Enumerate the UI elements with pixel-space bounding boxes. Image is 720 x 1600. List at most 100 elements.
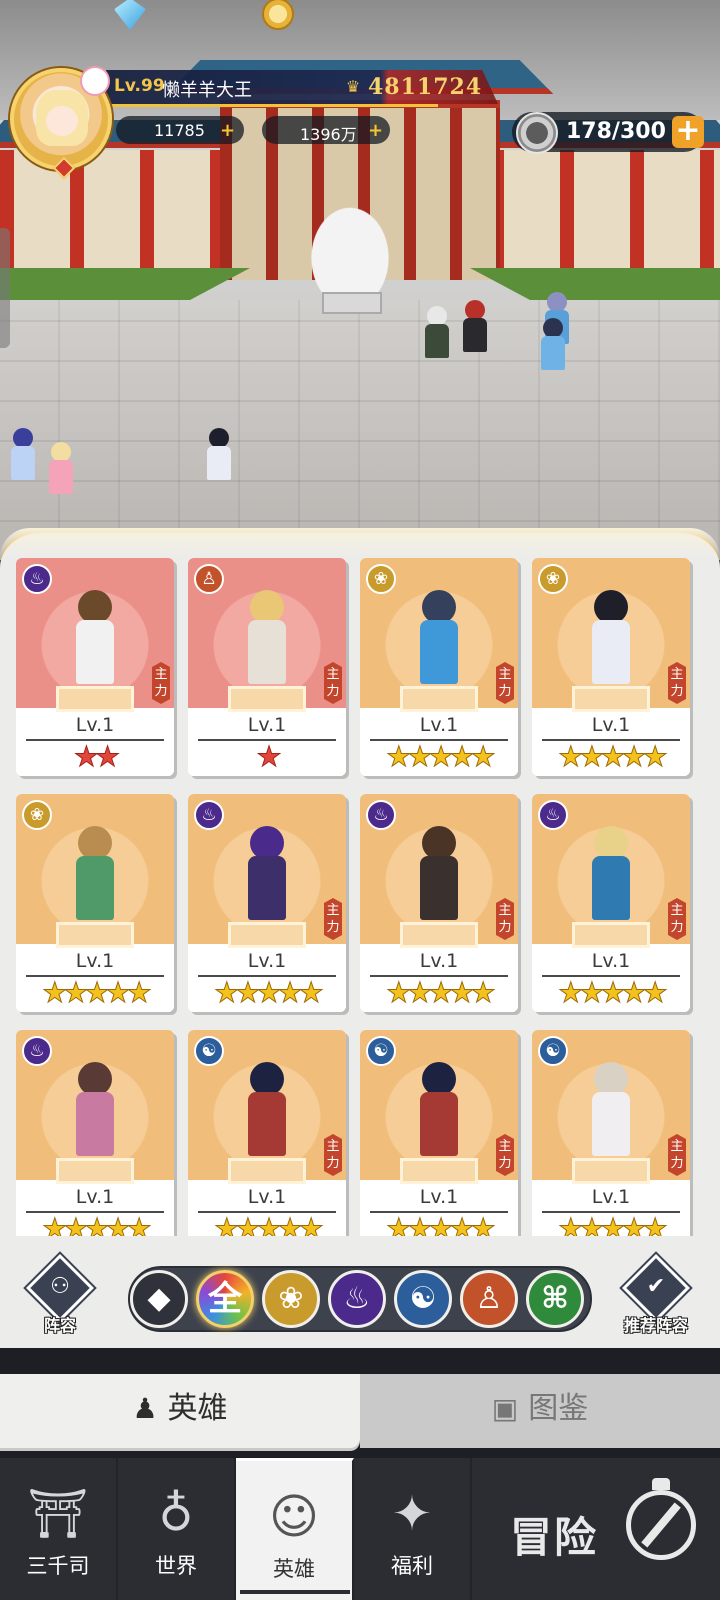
star-rating: ★: [256, 740, 282, 773]
hero-sprite: [414, 826, 464, 926]
hero-level: Lv.1: [591, 1186, 631, 1208]
main-force-tag: 主力: [152, 662, 170, 704]
nav-item-heroes[interactable]: ☺ 英雄: [236, 1458, 354, 1600]
gift-box-icon: ✦: [391, 1486, 433, 1542]
hero-sprite: [586, 1062, 636, 1162]
recommend-label: 推荐阵容: [623, 1316, 688, 1335]
faction-fire-icon: ♨: [538, 800, 568, 830]
main-force-tag: 主力: [496, 662, 514, 704]
scene-hero-sprite[interactable]: [202, 428, 236, 488]
formation-label: 阵容: [43, 1316, 76, 1335]
scene-hero-sprite[interactable]: [536, 318, 570, 378]
formation-button[interactable]: ⚇ 阵容: [22, 1254, 98, 1335]
hero-card[interactable]: ♨ 主力 Lv.1 ★★★★★: [188, 794, 346, 1012]
star-rating: ★★★★★: [386, 976, 497, 1009]
hero-card[interactable]: ♙ 主力 Lv.1 ★: [188, 558, 346, 776]
temple-icon: ⛩: [27, 1486, 89, 1542]
add-gems-button[interactable]: +: [220, 122, 235, 140]
compass-icon: [626, 1490, 696, 1560]
compass-knob: [652, 1478, 670, 1490]
main-force-tag: 主力: [324, 898, 342, 940]
tab-codex-label: 图鉴: [528, 1391, 589, 1426]
star-rating: ★★★★★: [214, 976, 325, 1009]
hero-level: Lv.1: [247, 950, 287, 972]
codex-book-icon: ▣: [491, 1392, 519, 1425]
faction-fire-icon: ♨: [22, 1036, 52, 1066]
main-force-tag: 主力: [324, 662, 342, 704]
nav-label: 世界: [155, 1554, 197, 1578]
gold-amount: 1396万: [300, 125, 357, 144]
player-level: Lv.99: [114, 76, 165, 96]
scene-hero-sprite[interactable]: [6, 428, 40, 488]
hero-card[interactable]: ☯ 主力 Lv.1 ★★★★★: [532, 1030, 690, 1248]
thumbs-up-icon: ✔: [646, 1274, 666, 1299]
combat-power-icon: ♛: [345, 77, 361, 96]
recommend-formation-button[interactable]: ✔ 推荐阵容: [618, 1254, 694, 1335]
hero-sprite: [414, 1062, 464, 1162]
scene-hero-sprite[interactable]: [458, 300, 492, 360]
tab-codex[interactable]: ▣ 图鉴: [360, 1374, 720, 1448]
faction-fire-icon: ♨: [194, 800, 224, 830]
hero-level: Lv.1: [419, 950, 459, 972]
filter-fire-icon[interactable]: ♨: [328, 1270, 386, 1328]
filter-formation-icon[interactable]: ◆: [130, 1270, 188, 1328]
hero-head-icon: ☺: [268, 1489, 320, 1545]
statue-pedestal: [322, 292, 382, 314]
main-force-tag: 主力: [496, 1134, 514, 1176]
filter-dna-icon[interactable]: ⌘: [526, 1270, 584, 1328]
faction-wind-icon: ☯: [366, 1036, 396, 1066]
hero-card[interactable]: ♨ 主力 Lv.1 ★★: [16, 558, 174, 776]
filter-wind-icon[interactable]: ☯: [394, 1270, 452, 1328]
stone-plaza: [0, 300, 720, 560]
faction-monk-icon: ♙: [194, 564, 224, 594]
hero-sprite: [242, 826, 292, 926]
hero-card[interactable]: ❀ Lv.1 ★★★★★: [16, 794, 174, 1012]
adventure-label: 冒险: [510, 1513, 599, 1562]
hero-card[interactable]: ❀ 主力 Lv.1 ★★★★★: [360, 558, 518, 776]
hero-level: Lv.1: [591, 950, 631, 972]
star-rating: ★★★★★: [386, 740, 497, 773]
avatar-face: [46, 106, 78, 136]
scene-hero-sprite[interactable]: [44, 442, 78, 502]
filter-all-button[interactable]: 全: [196, 1270, 254, 1328]
nav-item-welfare[interactable]: ✦ 福利: [354, 1458, 472, 1600]
filter-monk-icon[interactable]: ♙: [460, 1270, 518, 1328]
hero-sprite: [70, 1062, 120, 1162]
hero-level: Lv.1: [247, 1186, 287, 1208]
main-force-tag: 主力: [668, 1134, 686, 1176]
main-force-tag: 主力: [668, 898, 686, 940]
hero-card[interactable]: ☯ 主力 Lv.1 ★★★★★: [360, 1030, 518, 1248]
add-stamina-button[interactable]: +: [672, 116, 704, 148]
player-avatar[interactable]: [10, 66, 112, 180]
nav-label: 福利: [391, 1554, 433, 1578]
side-drawer-handle[interactable]: [0, 228, 10, 348]
hero-level: Lv.1: [75, 1186, 115, 1208]
game-screen: Lv.99 懒羊羊大王 ♛ 4811724 11785 + 1396万 + 17…: [0, 0, 720, 1600]
scene-hero-sprite[interactable]: [420, 306, 454, 366]
hero-level: Lv.1: [247, 714, 287, 736]
hero-level: Lv.1: [75, 714, 115, 736]
faction-lotus-icon: ❀: [366, 564, 396, 594]
nav-item-world[interactable]: ♁ 世界: [118, 1458, 236, 1600]
filter-lotus-icon[interactable]: ❀: [262, 1270, 320, 1328]
exp-bar: [108, 104, 438, 107]
main-force-tag: 主力: [324, 1134, 342, 1176]
hero-card[interactable]: ❀ 主力 Lv.1 ★★★★★: [532, 558, 690, 776]
faction-lotus-icon: ❀: [538, 564, 568, 594]
main-force-tag: 主力: [496, 898, 514, 940]
faction-wind-icon: ☯: [538, 1036, 568, 1066]
add-gold-button[interactable]: +: [368, 122, 383, 140]
star-rating: ★★★★★: [558, 740, 669, 773]
hero-sprite: [414, 590, 464, 690]
hero-silhouette-icon: ♟: [132, 1392, 158, 1425]
tab-heroes[interactable]: ♟ 英雄: [0, 1374, 360, 1448]
hero-card[interactable]: ☯ 主力 Lv.1 ★★★★★: [188, 1030, 346, 1248]
nav-item-sanqiansi[interactable]: ⛩ 三千司: [0, 1458, 118, 1600]
bunny-icon: [80, 66, 110, 96]
hero-level: Lv.1: [75, 950, 115, 972]
hero-card[interactable]: ♨ 主力 Lv.1 ★★★★★: [532, 794, 690, 1012]
hero-card[interactable]: ♨ 主力 Lv.1 ★★★★★: [360, 794, 518, 1012]
nav-label: 英雄: [273, 1557, 315, 1581]
hero-card[interactable]: ♨ Lv.1 ★★★★★: [16, 1030, 174, 1248]
faction-fire-icon: ♨: [366, 800, 396, 830]
